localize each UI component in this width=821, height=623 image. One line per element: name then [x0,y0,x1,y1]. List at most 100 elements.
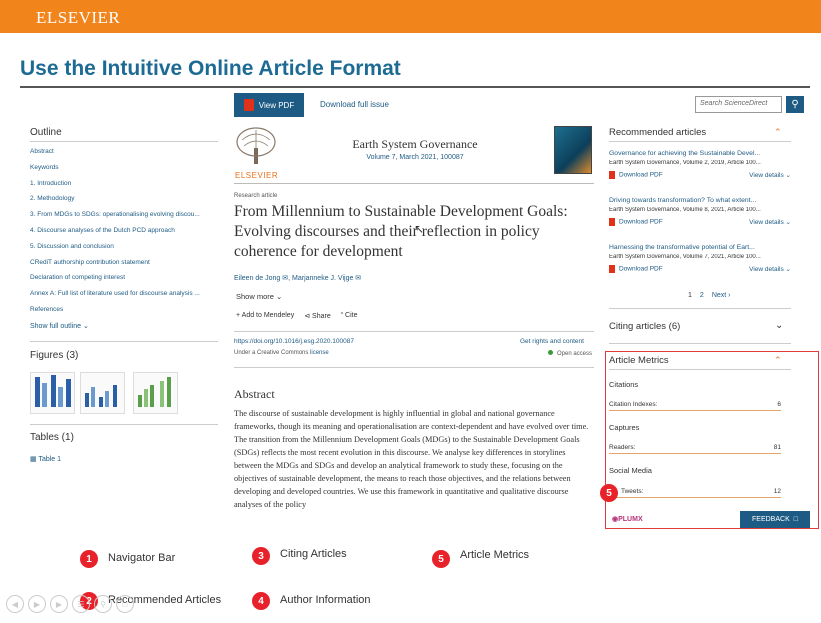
share-button[interactable]: ⊲ Share [304,312,331,320]
view-details-link[interactable]: View details ⌄ [749,171,791,179]
outline-item[interactable]: 5. Discussion and conclusion [30,243,218,259]
fullscreen-icon[interactable]: □ [116,595,134,613]
view-details-link[interactable]: View details ⌄ [749,265,791,273]
download-issue-link[interactable]: Download full issue [320,100,389,109]
download-pdf-link[interactable]: Download PDF [609,265,663,273]
table-link[interactable]: ▦ Table 1 [30,455,61,463]
recommended-title-link[interactable]: Driving towards transformation? To what … [609,197,791,204]
quote-icon: “ [340,312,344,319]
feedback-button[interactable]: FEEDBACK □ [740,511,810,528]
recommended-source: Earth System Governance, Volume 8, 2021,… [609,207,761,213]
add-to-mendeley-button[interactable]: + Add to Mendeley [236,312,294,320]
recommended-heading: Recommended articles [609,127,707,138]
tweets-row: Tweets: 12 [609,488,781,498]
menu-icon[interactable]: ☰ [72,595,90,613]
article-type: Research article [234,193,278,199]
search-icon[interactable]: ⚲ [94,595,112,613]
pdf-icon [609,171,615,179]
show-full-outline-link[interactable]: Show full outline ⌄ [30,322,89,330]
next-page-link[interactable]: Next › [712,292,731,299]
license-info: Under a Creative Commons license [234,350,329,356]
previous-icon[interactable]: ◀ [6,595,24,613]
next-icon[interactable]: ▶ [50,595,68,613]
recommended-article: Harnessing the transformative potential … [609,244,791,273]
license-link[interactable]: license [310,350,329,356]
divider [234,331,594,332]
search-icon: ⚲ [791,99,799,110]
recommended-source: Earth System Governance, Volume 2, 2019,… [609,160,761,166]
elsevier-tree-logo [236,127,276,164]
outline-item[interactable]: References [30,306,218,322]
search-input[interactable]: Search ScienceDirect [695,96,782,113]
legend-label: Article Metrics [460,549,530,561]
legend-label: Author Information [280,594,371,606]
divider [609,369,791,370]
download-pdf-link[interactable]: Download PDF [609,218,663,226]
article-metrics-heading: Article Metrics [609,355,669,366]
abstract-heading: Abstract [234,387,275,401]
chat-icon: □ [793,516,798,523]
download-pdf-link[interactable]: Download PDF [609,171,663,179]
metrics-highlight-box [605,351,819,529]
outline-list: Abstract Keywords 1. Introduction 2. Met… [30,148,218,322]
tables-heading: Tables (1) [30,432,74,443]
open-access-badge: Open access [548,350,592,357]
elsevier-brand: ELSEVIER [36,8,121,27]
mouse-cursor-icon: ↖ [414,222,425,236]
recommended-pagination: 1 2 Next › [688,292,731,299]
slide-title: Use the Intuitive Online Article Format [20,57,401,80]
divider [30,141,218,142]
journal-title[interactable]: Earth System Governance [300,137,530,152]
citations-label: Citations [609,380,639,389]
journal-cover-image[interactable] [554,126,592,174]
outline-item[interactable]: CRediT authorship contribution statement [30,259,218,275]
readers-row: Readers: 81 [609,444,781,454]
chevron-down-icon: ⌄ [82,323,89,330]
share-icon: ⊲ [304,313,311,320]
figure-thumbnail[interactable] [133,372,178,414]
citing-articles-heading[interactable]: Citing articles (6) [609,321,680,332]
recommended-article: Governance for achieving the Sustainable… [609,150,791,179]
outline-item[interactable]: 2. Methodology [30,195,218,211]
play-icon[interactable]: ▶ [28,595,46,613]
rights-link[interactable]: Get rights and content [520,338,584,345]
pdf-icon [609,265,615,273]
divider [30,424,218,425]
outline-item[interactable]: Declaration of competing interest [30,274,218,290]
outline-item[interactable]: 4. Discourse analyses of the Dutch PCD a… [30,227,218,243]
citation-indexes-row: Citation Indexes: 6 [609,401,781,411]
outline-item[interactable]: Annex A: Full list of literature used fo… [30,290,218,306]
figure-thumbnail[interactable] [30,372,75,414]
outline-item[interactable]: Abstract [30,148,218,164]
elsevier-logo-text: ELSEVIER [235,171,279,180]
social-media-label: Social Media [609,466,652,475]
view-pdf-button[interactable]: View PDF [234,93,304,117]
recommended-title-link[interactable]: Harnessing the transformative potential … [609,244,791,251]
captures-label: Captures [609,423,640,432]
recommended-title-link[interactable]: Governance for achieving the Sustainable… [609,150,791,157]
volume-info[interactable]: Volume 7, March 2021, 100087 [300,154,530,161]
chevron-down-icon[interactable]: ⌄ [775,320,783,331]
figure-thumbnail[interactable] [80,372,125,414]
doi-link[interactable]: https://doi.org/10.1016/j.esg.2020.10008… [234,338,354,345]
divider [609,343,791,344]
page-2-link[interactable]: 2 [700,292,704,299]
cite-button[interactable]: “ Cite [341,312,358,320]
chevron-up-icon[interactable]: ⌃ [774,355,782,366]
video-player-controls: ◀ ▶ ▶ ☰ ⚲ □ [6,595,134,613]
outline-item[interactable]: Keywords [30,164,218,180]
author-list[interactable]: Eileen de Jong ✉, Marjanneke J. Vijge ✉ [234,274,361,282]
plumx-logo[interactable]: ◉PLUMX [612,515,643,523]
show-more-button[interactable]: Show more ⌄ [236,292,282,301]
open-access-dot-icon [548,350,553,355]
page-1-link[interactable]: 1 [688,292,692,299]
view-details-link[interactable]: View details ⌄ [749,218,791,226]
table-icon: ▦ [30,456,37,463]
search-button[interactable]: ⚲ [786,96,804,113]
outline-item[interactable]: 3. From MDGs to SDGs: operationalising e… [30,211,218,227]
recommended-article: Driving towards transformation? To what … [609,197,791,226]
outline-item[interactable]: 1. Introduction [30,180,218,196]
figures-heading: Figures (3) [30,350,79,361]
chevron-up-icon[interactable]: ⌃ [774,127,782,138]
legend-label: Citing Articles [280,548,347,560]
